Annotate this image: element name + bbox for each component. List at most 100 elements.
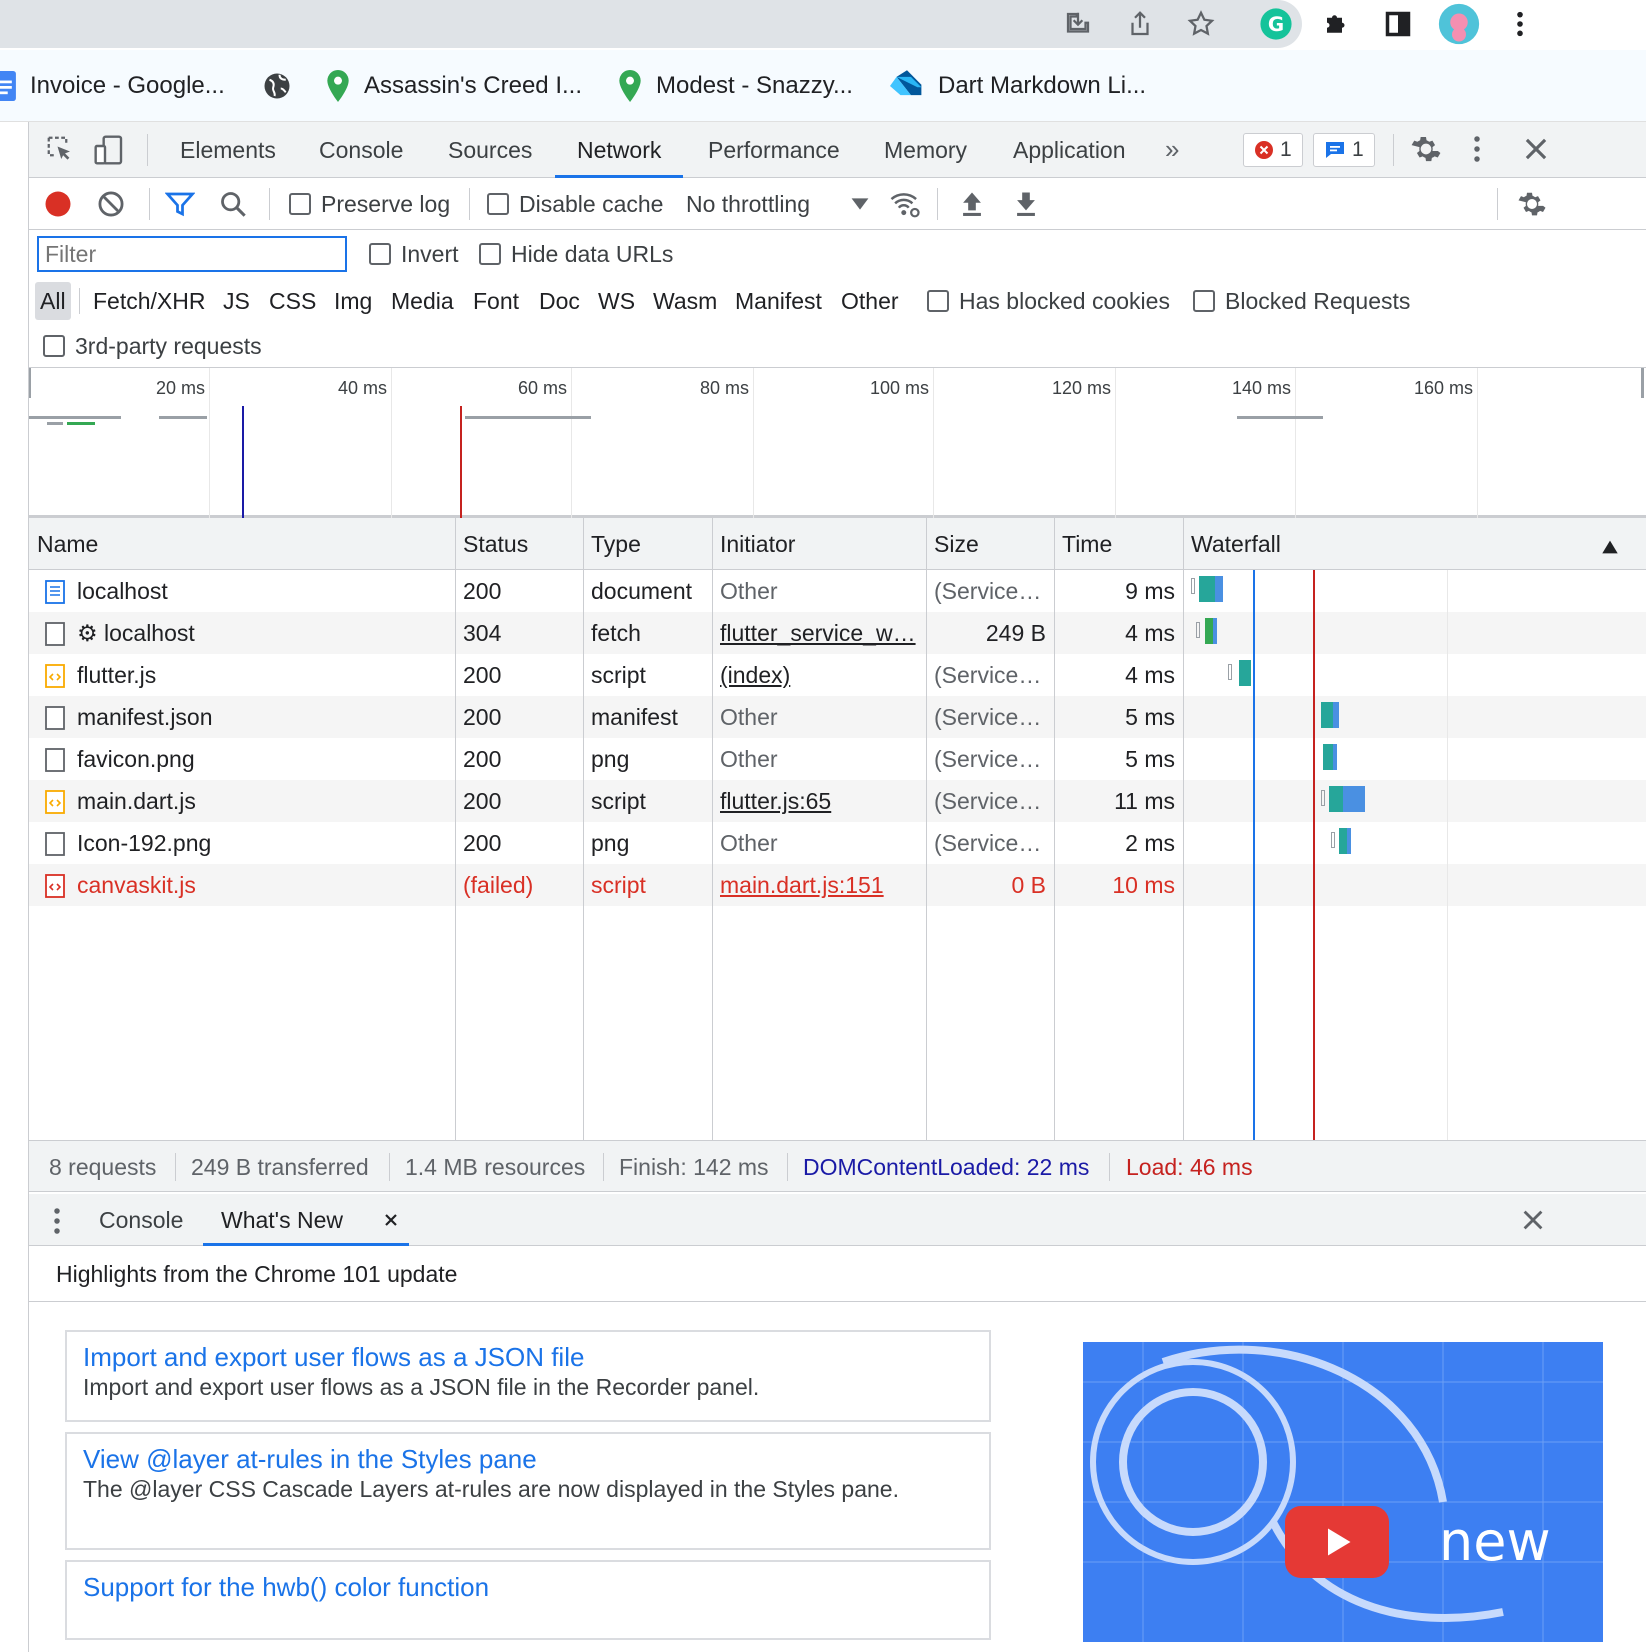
hide-data-urls-toggle[interactable]: Hide data URLs <box>479 230 673 278</box>
grammarly-extension-icon[interactable]: G <box>1255 3 1297 45</box>
type-filter-doc[interactable]: Doc <box>539 282 580 320</box>
throttling-select[interactable]: No throttling <box>686 178 870 230</box>
feature-card[interactable]: Import and export user flows as a JSON f… <box>65 1330 991 1422</box>
clear-icon[interactable] <box>97 178 125 230</box>
invert-toggle[interactable]: Invert <box>369 230 459 278</box>
address-bar[interactable] <box>0 0 1302 48</box>
errors-badge[interactable]: 1 <box>1243 133 1303 167</box>
bookmark-invoice[interactable]: Invoice - Google... <box>0 68 225 104</box>
overview-handle-right[interactable] <box>1641 368 1644 398</box>
column-header-name[interactable]: Name <box>29 518 98 570</box>
drawer-menu-icon[interactable] <box>53 1206 61 1242</box>
request-initiator-link[interactable]: flutter_service_w… <box>712 612 926 654</box>
bookmark-globe[interactable] <box>262 68 292 104</box>
column-header-type[interactable]: Type <box>583 518 641 570</box>
type-filter-js[interactable]: JS <box>223 282 250 320</box>
tab-network[interactable]: Network <box>555 122 684 178</box>
table-row[interactable]: main.dart.js 200 script flutter.js:65 (S… <box>29 780 1646 822</box>
disable-cache-checkbox[interactable] <box>487 193 509 215</box>
feature-card-title-link[interactable]: View @layer at-rules in the Styles pane <box>83 1442 973 1476</box>
invert-checkbox[interactable] <box>369 243 391 265</box>
network-settings-gear-icon[interactable] <box>1517 178 1547 230</box>
feature-card[interactable]: Support for the hwb() color function <box>65 1560 991 1640</box>
column-divider[interactable] <box>455 518 456 1140</box>
table-row[interactable]: ⚙ localhost 304 fetch flutter_service_w…… <box>29 612 1646 654</box>
column-divider[interactable] <box>1183 518 1184 1140</box>
tab-elements[interactable]: Elements <box>180 122 276 178</box>
column-header-size[interactable]: Size <box>926 518 979 570</box>
close-tab-icon[interactable] <box>383 1194 399 1246</box>
close-drawer-icon[interactable] <box>1521 1208 1545 1238</box>
feature-card-title-link[interactable]: Import and export user flows as a JSON f… <box>83 1340 973 1374</box>
devtools-menu-icon[interactable] <box>1473 134 1481 170</box>
type-filter-ws[interactable]: WS <box>598 282 635 320</box>
column-divider[interactable] <box>583 518 584 1140</box>
search-icon[interactable] <box>219 178 247 230</box>
table-row[interactable]: manifest.json 200 manifest Other (Servic… <box>29 696 1646 738</box>
tab-application[interactable]: Application <box>1013 122 1126 178</box>
blocked-requests-checkbox[interactable] <box>1193 290 1215 312</box>
device-toolbar-icon[interactable] <box>93 134 125 172</box>
column-header-waterfall[interactable]: Waterfall <box>1183 518 1281 570</box>
export-har-icon[interactable] <box>1013 178 1039 230</box>
feature-card-title-link[interactable]: Support for the hwb() color function <box>83 1570 973 1604</box>
type-filter-img[interactable]: Img <box>334 282 372 320</box>
drawer-tab-console[interactable]: Console <box>99 1194 183 1246</box>
table-row[interactable]: localhost 200 document Other (Service… 9… <box>29 570 1646 612</box>
overview-handle-left[interactable] <box>29 368 31 398</box>
has-blocked-cookies-toggle[interactable]: Has blocked cookies <box>927 278 1170 324</box>
column-header-time[interactable]: Time <box>1054 518 1112 570</box>
disable-cache-toggle[interactable]: Disable cache <box>487 178 663 230</box>
request-initiator-link[interactable]: flutter.js:65 <box>712 780 926 822</box>
whats-new-video-thumbnail[interactable]: new <box>1083 1342 1603 1642</box>
type-filter-all[interactable]: All <box>35 282 71 320</box>
play-video-icon[interactable] <box>1285 1506 1389 1578</box>
type-filter-other[interactable]: Other <box>841 282 899 320</box>
chrome-menu-icon[interactable] <box>1499 3 1541 45</box>
tab-console[interactable]: Console <box>319 122 403 178</box>
blocked-requests-toggle[interactable]: Blocked Requests <box>1193 278 1410 324</box>
messages-badge[interactable]: 1 <box>1313 133 1375 167</box>
table-row[interactable]: canvaskit.js (failed) script main.dart.j… <box>29 864 1646 906</box>
feature-card[interactable]: View @layer at-rules in the Styles pane … <box>65 1432 991 1550</box>
column-divider[interactable] <box>712 518 713 1140</box>
inspect-element-icon[interactable] <box>45 134 75 170</box>
bookmark-dart-markdown[interactable]: Dart Markdown Li... <box>890 68 1146 104</box>
network-conditions-icon[interactable] <box>889 178 921 230</box>
close-devtools-icon[interactable] <box>1523 136 1549 168</box>
filter-input[interactable] <box>37 236 347 272</box>
tab-sources[interactable]: Sources <box>448 122 532 178</box>
extensions-puzzle-icon[interactable] <box>1316 3 1358 45</box>
star-bookmark-icon[interactable] <box>1183 6 1219 42</box>
settings-gear-icon[interactable] <box>1410 133 1442 171</box>
type-filter-wasm[interactable]: Wasm <box>653 282 717 320</box>
install-app-icon[interactable] <box>1060 6 1096 42</box>
more-tabs-chevron-icon[interactable]: » <box>1165 134 1179 165</box>
third-party-toggle[interactable]: 3rd-party requests <box>43 324 262 368</box>
record-icon[interactable] <box>43 178 73 230</box>
type-filter-css[interactable]: CSS <box>269 282 316 320</box>
column-divider[interactable] <box>926 518 927 1140</box>
sort-ascending-icon[interactable] <box>1601 534 1619 561</box>
profile-avatar[interactable] <box>1438 3 1480 45</box>
tab-memory[interactable]: Memory <box>884 122 967 178</box>
type-filter-manifest[interactable]: Manifest <box>735 282 822 320</box>
hide-data-urls-checkbox[interactable] <box>479 243 501 265</box>
share-icon[interactable] <box>1122 6 1158 42</box>
column-header-initiator[interactable]: Initiator <box>712 518 795 570</box>
bookmark-modest-snazzy[interactable]: Modest - Snazzy... <box>618 68 853 104</box>
column-divider[interactable] <box>1054 518 1055 1140</box>
type-filter-fetch-xhr[interactable]: Fetch/XHR <box>93 282 205 320</box>
request-initiator-link[interactable]: main.dart.js:151 <box>712 864 926 906</box>
table-row[interactable]: favicon.png 200 png Other (Service… 5 ms <box>29 738 1646 780</box>
table-row[interactable]: flutter.js 200 script (index) (Service… … <box>29 654 1646 696</box>
tab-performance[interactable]: Performance <box>708 122 840 178</box>
third-party-checkbox[interactable] <box>43 335 65 357</box>
type-filter-font[interactable]: Font <box>473 282 519 320</box>
preserve-log-checkbox[interactable] <box>289 193 311 215</box>
network-overview-timeline[interactable]: 20 ms 40 ms 60 ms 80 ms 100 ms 120 ms 14… <box>29 368 1646 518</box>
column-header-status[interactable]: Status <box>455 518 528 570</box>
preserve-log-toggle[interactable]: Preserve log <box>289 178 450 230</box>
bookmark-assassins-creed[interactable]: Assassin's Creed I... <box>326 68 582 104</box>
filter-funnel-icon[interactable] <box>165 178 195 230</box>
